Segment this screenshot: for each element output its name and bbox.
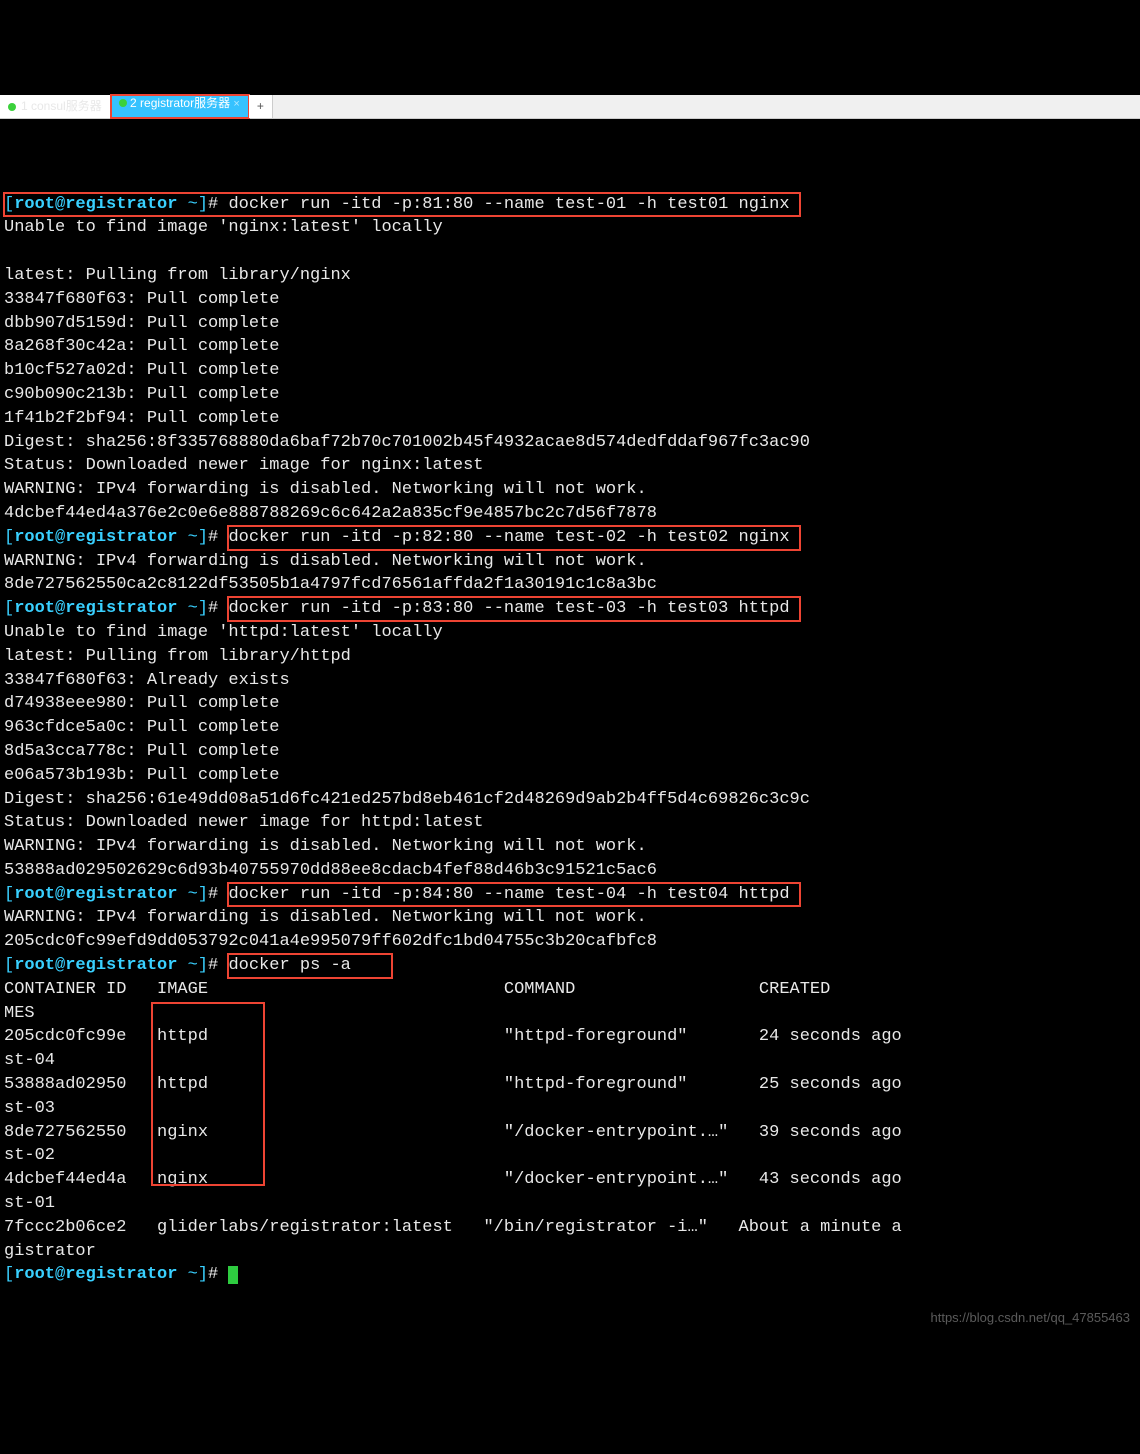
- prompt-at: @: [55, 885, 65, 904]
- table-row: 53888ad02950 httpd "httpd-foreground" 25…: [4, 1075, 902, 1094]
- prompt-open: [: [4, 599, 14, 618]
- prompt-path: ~: [177, 528, 197, 547]
- output-line: dbb907d5159d: Pull complete: [4, 314, 279, 333]
- prompt-at: @: [55, 956, 65, 975]
- prompt-user: root: [14, 885, 55, 904]
- prompt-close: ]: [198, 1265, 208, 1284]
- output-line: latest: Pulling from library/httpd: [4, 647, 351, 666]
- cmd-run-2: docker run -itd -p:82:80 --name test-02 …: [228, 528, 789, 547]
- tab-consul[interactable]: 1 consul服务器: [0, 95, 111, 118]
- prompt-host: registrator: [65, 195, 177, 214]
- tab-bar: 1 consul服务器 2 registrator服务器 × +: [0, 95, 1140, 119]
- prompt-path: ~: [177, 599, 197, 618]
- output-line: d74938eee980: Pull complete: [4, 694, 279, 713]
- prompt-open: [: [4, 528, 14, 547]
- cmd-ps: docker ps -a: [228, 956, 350, 975]
- prompt-at: @: [55, 528, 65, 547]
- tab-label: 2 registrator服务器: [130, 96, 230, 110]
- prompt-host: registrator: [65, 956, 177, 975]
- watermark: https://blog.csdn.net/qq_47855463: [931, 1309, 1131, 1327]
- new-tab-button[interactable]: +: [249, 95, 273, 118]
- prompt-hash: #: [208, 528, 228, 547]
- output-line: MES: [4, 1004, 35, 1023]
- terminal-output[interactable]: [root@registrator ~]# docker run -itd -p…: [0, 167, 1140, 1335]
- output-line: b10cf527a02d: Pull complete: [4, 361, 279, 380]
- output-line: e06a573b193b: Pull complete: [4, 766, 279, 785]
- output-line: st-03: [4, 1099, 55, 1118]
- tab-registrator[interactable]: 2 registrator服务器 ×: [111, 95, 249, 118]
- table-row: 4dcbef44ed4a nginx "/docker-entrypoint.……: [4, 1170, 902, 1189]
- output-line: WARNING: IPv4 forwarding is disabled. Ne…: [4, 837, 647, 856]
- output-line: 33847f680f63: Pull complete: [4, 290, 279, 309]
- output-line: 33847f680f63: Already exists: [4, 671, 290, 690]
- prompt-close: ]: [198, 599, 208, 618]
- prompt-at: @: [55, 599, 65, 618]
- cmd-run-3: docker run -itd -p:83:80 --name test-03 …: [228, 599, 789, 618]
- status-dot-icon: [119, 99, 127, 107]
- prompt-at: @: [55, 195, 65, 214]
- table-row: 8de727562550 nginx "/docker-entrypoint.……: [4, 1123, 902, 1142]
- table-row: 205cdc0fc99e httpd "httpd-foreground" 24…: [4, 1027, 902, 1046]
- prompt-close: ]: [198, 885, 208, 904]
- prompt-host: registrator: [65, 1265, 177, 1284]
- output-line: c90b090c213b: Pull complete: [4, 385, 279, 404]
- prompt-hash: #: [208, 599, 228, 618]
- output-line: Unable to find image 'httpd:latest' loca…: [4, 623, 443, 642]
- prompt-path: ~: [177, 956, 197, 975]
- output-line: Unable to find image 'nginx:latest' loca…: [4, 218, 443, 237]
- output-line: WARNING: IPv4 forwarding is disabled. Ne…: [4, 908, 647, 927]
- output-line: Status: Downloaded newer image for httpd…: [4, 813, 483, 832]
- prompt-open: [: [4, 956, 14, 975]
- prompt-path: ~: [177, 885, 197, 904]
- output-line: latest: Pulling from library/nginx: [4, 266, 351, 285]
- prompt-path: ~: [177, 1265, 197, 1284]
- prompt-close: ]: [198, 956, 208, 975]
- prompt-user: root: [14, 956, 55, 975]
- output-line: WARNING: IPv4 forwarding is disabled. Ne…: [4, 552, 647, 571]
- close-icon[interactable]: ×: [233, 98, 239, 110]
- cmd-run-1: docker run -itd -p:81:80 --name test-01 …: [228, 195, 789, 214]
- output-line: Digest: sha256:8f335768880da6baf72b70c70…: [4, 433, 810, 452]
- tab-label: 1 consul服务器: [21, 98, 102, 115]
- output-line: 4dcbef44ed4a376e2c0e6e888788269c6c642a2a…: [4, 504, 657, 523]
- output-line: st-01: [4, 1194, 55, 1213]
- cmd-run-4: docker run -itd -p:84:80 --name test-04 …: [228, 885, 789, 904]
- output-line: Status: Downloaded newer image for nginx…: [4, 456, 483, 475]
- output-line: Digest: sha256:61e49dd08a51d6fc421ed257b…: [4, 790, 810, 809]
- output-line: 8de727562550ca2c8122df53505b1a4797fcd765…: [4, 575, 657, 594]
- output-line: 1f41b2f2bf94: Pull complete: [4, 409, 279, 428]
- ps-header: CONTAINER ID IMAGE COMMAND CREATED: [4, 980, 830, 999]
- prompt-path: ~: [177, 195, 197, 214]
- prompt-user: root: [14, 528, 55, 547]
- prompt-user: root: [14, 1265, 55, 1284]
- prompt-user: root: [14, 599, 55, 618]
- output-line: 205cdc0fc99efd9dd053792c041a4e995079ff60…: [4, 932, 657, 951]
- prompt-hash: #: [208, 195, 228, 214]
- prompt-host: registrator: [65, 528, 177, 547]
- table-row: 7fccc2b06ce2 gliderlabs/registrator:late…: [4, 1218, 902, 1237]
- output-line: 8a268f30c42a: Pull complete: [4, 337, 279, 356]
- prompt-host: registrator: [65, 885, 177, 904]
- output-line: WARNING: IPv4 forwarding is disabled. Ne…: [4, 480, 647, 499]
- prompt-close: ]: [198, 528, 208, 547]
- prompt-user: root: [14, 195, 55, 214]
- prompt-open: [: [4, 195, 14, 214]
- output-line: 963cfdce5a0c: Pull complete: [4, 718, 279, 737]
- output-line: st-02: [4, 1146, 55, 1165]
- prompt-hash: #: [208, 885, 228, 904]
- output-line: 53888ad029502629c6d93b40755970dd88ee8cda…: [4, 861, 657, 880]
- prompt-host: registrator: [65, 599, 177, 618]
- prompt-hash: #: [208, 1265, 228, 1284]
- prompt-open: [: [4, 885, 14, 904]
- prompt-open: [: [4, 1265, 14, 1284]
- status-dot-icon: [8, 103, 16, 111]
- output-line: 8d5a3cca778c: Pull complete: [4, 742, 279, 761]
- output-line: gistrator: [4, 1242, 96, 1261]
- cursor-icon: [228, 1266, 238, 1284]
- prompt-at: @: [55, 1265, 65, 1284]
- prompt-close: ]: [198, 195, 208, 214]
- output-line: st-04: [4, 1051, 55, 1070]
- prompt-hash: #: [208, 956, 228, 975]
